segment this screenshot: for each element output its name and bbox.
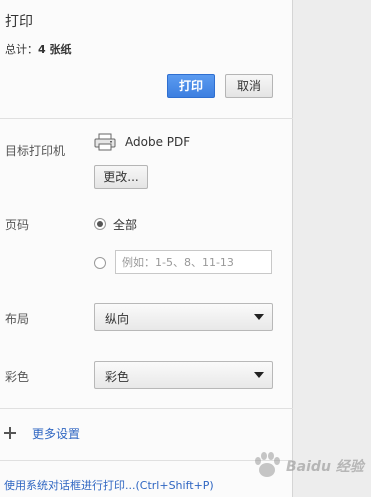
printer-icon [94, 133, 116, 151]
total-value: 4 张纸 [38, 43, 72, 56]
color-label: 彩色 [5, 370, 30, 384]
sheet-total: 总计：4 张纸 [5, 41, 71, 57]
paw-icon [255, 452, 280, 477]
pages-all-radio[interactable] [94, 218, 106, 230]
preview-area-edge [293, 0, 371, 497]
layout-select[interactable]: 纵向 [94, 303, 273, 331]
baidu-watermark: Baidu 经验 [250, 448, 368, 482]
header-divider [0, 118, 293, 119]
printer-name: Adobe PDF [125, 135, 191, 149]
dialog-title: 打印 [5, 14, 33, 30]
layout-select-value: 纵向 [105, 312, 130, 326]
system-dialog-link[interactable]: 使用系统对话框进行打印...(Ctrl+Shift+P) [4, 477, 214, 493]
chevron-down-icon [254, 372, 264, 378]
cancel-button[interactable]: 取消 [225, 74, 273, 98]
chevron-down-icon [254, 314, 264, 320]
pages-all-label: 全部 [113, 218, 138, 232]
more-settings-label: 更多设置 [32, 426, 81, 441]
plus-icon [4, 427, 16, 439]
color-select-value: 彩色 [105, 370, 130, 384]
pages-custom-radio[interactable] [94, 257, 106, 269]
change-printer-button[interactable]: 更改... [94, 165, 148, 189]
destination-label: 目标打印机 [5, 144, 66, 158]
settings-divider [0, 408, 293, 409]
layout-label: 布局 [5, 312, 30, 326]
print-settings-panel: 打印 总计：4 张纸 打印 取消 目标打印机 Adobe PDF 更改... 页… [0, 0, 293, 497]
pages-range-input[interactable] [115, 250, 272, 274]
pages-label: 页码 [5, 218, 30, 232]
more-settings-toggle[interactable]: 更多设置 [4, 424, 80, 442]
color-select[interactable]: 彩色 [94, 361, 273, 389]
watermark-text: Baidu 经验 [286, 459, 364, 475]
total-label: 总计： [5, 43, 38, 56]
print-button[interactable]: 打印 [167, 74, 215, 98]
